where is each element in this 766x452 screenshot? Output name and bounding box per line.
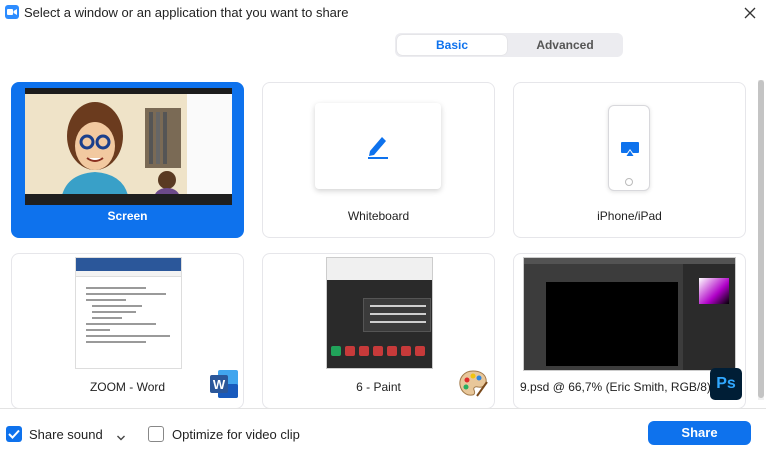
- photoshop-icon: Ps: [710, 368, 742, 400]
- share-sound-checkbox[interactable]: [6, 426, 22, 442]
- scrollbar-thumb[interactable]: [758, 80, 764, 398]
- home-button-icon: [625, 178, 633, 186]
- word-icon: W: [208, 368, 240, 400]
- chevron-down-icon[interactable]: [116, 429, 126, 441]
- dialog-footer: Share sound Optimize for video clip Shar…: [0, 408, 766, 452]
- tile-zoom-word[interactable]: ZOOM - Word W: [11, 253, 244, 409]
- whiteboard-card: [315, 103, 441, 189]
- tab-basic[interactable]: Basic: [397, 35, 507, 55]
- tile-whiteboard[interactable]: Whiteboard: [262, 82, 495, 238]
- tile-label-whiteboard: Whiteboard: [347, 209, 410, 223]
- tile-label-screen: Screen: [107, 209, 148, 223]
- svg-text:W: W: [213, 377, 226, 392]
- word-thumbnail: [75, 257, 182, 369]
- airplay-icon: [621, 142, 639, 156]
- share-mode-tabs: Basic Advanced: [395, 33, 623, 57]
- share-screen-dialog: Select a window or an application that y…: [0, 0, 766, 452]
- optimize-video-checkbox[interactable]: [148, 426, 164, 442]
- pencil-icon: [368, 137, 388, 159]
- paint-thumbnail: [326, 257, 433, 369]
- title-bar: Select a window or an application that y…: [0, 0, 766, 26]
- zoom-camera-icon: [5, 5, 19, 19]
- optimize-video-label[interactable]: Optimize for video clip: [172, 427, 300, 442]
- tile-paint[interactable]: 6 - Paint: [262, 253, 495, 409]
- dialog-title: Select a window or an application that y…: [24, 5, 349, 20]
- checkmark-icon: [8, 429, 20, 439]
- grid-scrollbar[interactable]: [758, 80, 764, 400]
- screen-thumbnail: [25, 88, 232, 205]
- tile-screen[interactable]: Screen: [11, 82, 244, 238]
- close-icon[interactable]: [740, 3, 760, 23]
- paint-palette-icon: [457, 368, 489, 400]
- share-sound-label[interactable]: Share sound: [29, 427, 103, 442]
- share-source-grid: Screen Whiteboard iPhone/iPad ZOOM - Wor…: [0, 70, 756, 410]
- share-button[interactable]: Share: [648, 421, 751, 445]
- phone-graphic: [608, 105, 650, 191]
- tile-photoshop[interactable]: 9.psd @ 66,7% (Eric Smith, RGB/8) Ps: [513, 253, 746, 409]
- tab-advanced[interactable]: Advanced: [509, 35, 621, 55]
- tile-iphone-ipad[interactable]: iPhone/iPad: [513, 82, 746, 238]
- tile-label-iphone: iPhone/iPad: [597, 209, 662, 223]
- photoshop-thumbnail: [523, 257, 736, 371]
